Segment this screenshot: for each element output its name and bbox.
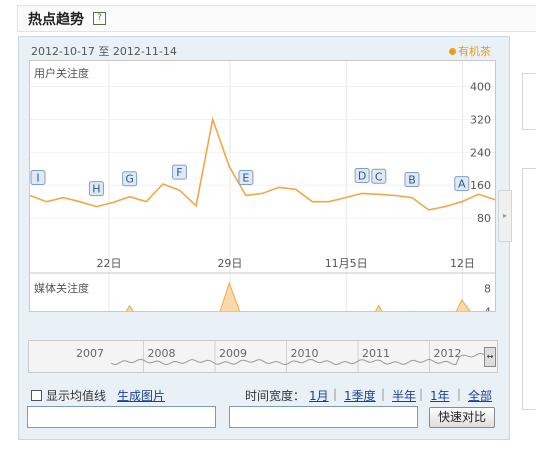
annotation-label: D — [358, 169, 366, 182]
overview-strip[interactable]: 2007 2008 2009 2010 2011 2012 ↔ — [28, 340, 498, 373]
overview-year-label: 2010 — [291, 347, 319, 360]
date-range: 2012-10-17 至 2012-11-14 — [31, 45, 177, 58]
quick-compare-button[interactable]: 快速对比 — [429, 407, 495, 428]
y-tick-label: 160 — [470, 179, 491, 192]
y-tick-label: 320 — [470, 113, 491, 126]
sep: | — [381, 387, 386, 401]
annotation-label: G — [125, 173, 134, 186]
media-attention-area — [29, 281, 496, 335]
show-avg-label: 显示均值线 — [46, 389, 107, 403]
overview-year-label: 2008 — [148, 347, 176, 360]
section-title: 热点趋势 — [28, 12, 84, 28]
legend-dot-icon — [449, 48, 456, 55]
side-panel-list — [522, 168, 536, 410]
x-tick-label: 11月5日 — [325, 257, 368, 270]
y-tick-label: 400 — [470, 81, 491, 94]
sep: | — [333, 387, 338, 401]
compare-input-2[interactable] — [229, 406, 418, 428]
sep: | — [419, 387, 424, 401]
help-icon[interactable]: ? — [93, 12, 106, 25]
media-y-tick-label: 8 — [484, 283, 491, 296]
range-1q-link[interactable]: 1季度 — [344, 387, 376, 404]
media-y-tick-label: 4 — [484, 305, 491, 311]
annotation-label: C — [375, 170, 383, 183]
range-all-link[interactable]: 全部 — [468, 387, 492, 404]
overview-year-label: 2012 — [434, 347, 462, 360]
compare-input-1[interactable] — [27, 406, 216, 428]
legend[interactable]: 有机茶 — [449, 43, 491, 59]
x-tick-label: 12日 — [450, 257, 475, 270]
annotation-label: E — [242, 172, 249, 185]
trend-panel: 2012-10-17 至 2012-11-14 有机茶 I H G F E DC B A 40… — [18, 36, 510, 440]
legend-label: 有机茶 — [458, 45, 491, 58]
overview-year-label: 2011 — [362, 347, 390, 360]
x-tick-label: 22日 — [97, 257, 122, 270]
media-chart-label: 媒体关注度 — [34, 282, 89, 295]
chart-area: I H G F E DC B A 400 320 240 160 80 22日 29日 11月5日 12日 8 4… — [29, 60, 496, 337]
overview-year-label: 2009 — [219, 347, 247, 360]
range-half-link[interactable]: 半年 — [392, 387, 416, 404]
side-panel-top — [522, 73, 536, 130]
annotation-label: I — [36, 172, 39, 185]
overview-svg[interactable]: 2007 2008 2009 2010 2011 2012 — [29, 341, 497, 372]
y-tick-label: 80 — [477, 212, 491, 225]
time-width-label: 时间宽度： — [245, 389, 306, 403]
checkbox-icon[interactable] — [31, 390, 42, 401]
y-tick-label: 240 — [470, 146, 491, 159]
annotation-label: B — [408, 174, 416, 187]
annotation-label: F — [176, 166, 182, 179]
user-chart-label: 用户关注度 — [34, 67, 89, 80]
range-1y-link[interactable]: 1年 — [430, 387, 450, 404]
show-avg-toggle[interactable]: 显示均值线 — [31, 387, 106, 404]
overview-drag-handle[interactable]: ↔ — [484, 347, 496, 367]
sep: | — [457, 387, 462, 401]
user-attention-line — [29, 116, 496, 211]
trend-chart-svg[interactable]: I H G F E DC B A 400 320 240 160 80 22日 29日 11月5日 12日 8 4 — [29, 61, 496, 337]
controls-bar: 显示均值线 生成图片 时间宽度： 1月 | 1季度 | 半年 | 1年 | 全部… — [27, 384, 503, 436]
annotation-label: H — [92, 183, 100, 196]
overview-year-label: 2007 — [76, 347, 104, 360]
x-tick-label: 29日 — [217, 257, 242, 270]
panel-collapse-handle[interactable]: ▸ — [498, 190, 512, 242]
section-header: 热点趋势 ? — [17, 5, 536, 32]
annotation-label: A — [458, 178, 466, 191]
generate-image-link[interactable]: 生成图片 — [117, 387, 165, 404]
range-1m-link[interactable]: 1月 — [309, 387, 329, 404]
